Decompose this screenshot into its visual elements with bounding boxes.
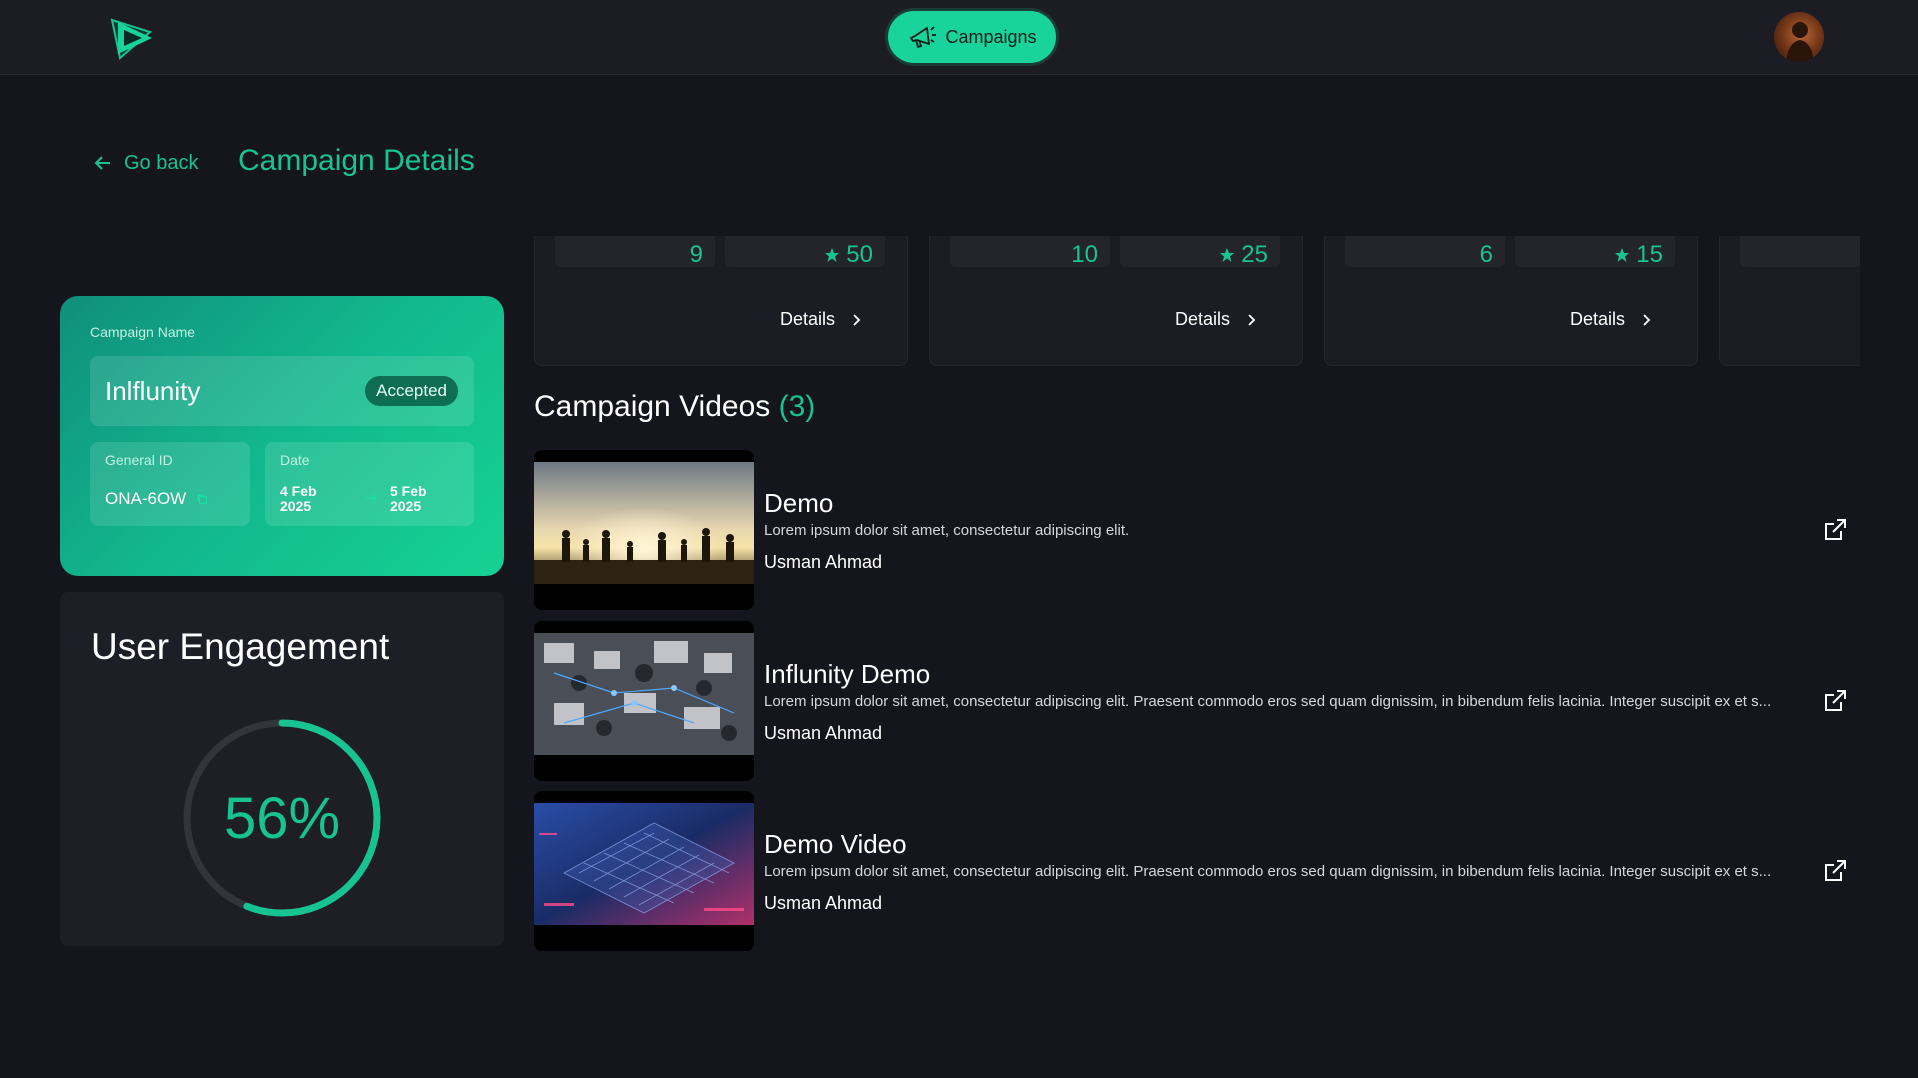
video-title: Influnity Demo — [764, 659, 931, 689]
external-link-icon[interactable] — [1821, 687, 1849, 715]
stat-card-partial — [1719, 236, 1860, 366]
video-description: Lorem ipsum dolor sit amet, consectetur … — [764, 863, 1772, 880]
general-id-value-row: ONA-6OW — [105, 489, 208, 509]
video-item[interactable]: Influnity Demo Lorem ipsum dolor sit ame… — [534, 621, 1860, 781]
engagement-percent: 56% — [223, 785, 341, 851]
video-description: Lorem ipsum dolor sit amet, consectetur … — [764, 522, 1130, 539]
star-icon — [1220, 248, 1235, 262]
megaphone-icon — [910, 26, 937, 49]
video-thumbnail[interactable] — [534, 621, 754, 781]
campaign-name-box: Inlflunity Accepted — [90, 356, 474, 426]
stat-box-left: 9 — [555, 236, 715, 268]
external-link-icon[interactable] — [1821, 857, 1849, 885]
stat-right-value-row: 25 — [1219, 241, 1268, 269]
campaigns-nav-button[interactable]: Campaigns — [888, 11, 1056, 63]
date-to-year: 2025 — [390, 498, 422, 514]
general-id-label: General ID — [105, 452, 173, 468]
stat-left-value: 10 — [1071, 241, 1098, 268]
stat-box-left: 6 — [1345, 236, 1505, 268]
video-thumbnail[interactable] — [534, 450, 754, 610]
video-author: Usman Ahmad — [764, 552, 883, 572]
stat-card: 6 15 Details — [1324, 236, 1698, 366]
play-logo-icon[interactable] — [106, 12, 158, 64]
video-author: Usman Ahmad — [764, 893, 883, 913]
stat-box-left: 10 — [950, 236, 1110, 268]
sunset-family-image — [534, 462, 754, 584]
status-badge: Accepted — [365, 376, 458, 406]
copy-icon[interactable] — [196, 493, 208, 505]
details-label: Details — [1175, 309, 1231, 329]
stats-cards-strip[interactable]: 9 50 Details 10 25 Details 6 15 Details — [534, 236, 1860, 366]
star-icon — [825, 248, 840, 262]
date-from-year: 2025 — [280, 498, 312, 514]
stat-card: 10 25 Details — [929, 236, 1303, 366]
date-to: 5 Feb 2025 — [390, 484, 450, 514]
person-silhouette-icon — [1786, 22, 1814, 62]
video-title: Demo Video — [764, 829, 907, 859]
chevron-right-icon — [1643, 313, 1651, 326]
stat-right-value-row: 15 — [1614, 241, 1663, 269]
stat-left-value: 9 — [689, 241, 703, 268]
stat-right-value: 25 — [1241, 241, 1268, 268]
video-thumbnail[interactable] — [534, 791, 754, 951]
campaign-name: Inlflunity — [105, 376, 201, 406]
chevron-right-icon — [1248, 313, 1256, 326]
engagement-title: User Engagement — [91, 626, 390, 667]
stat-card: 9 50 Details — [534, 236, 908, 366]
stat-box-right: 25 — [1120, 236, 1280, 269]
circuit-chip-image — [534, 803, 754, 925]
campaign-videos-title: Campaign Videos (3) — [534, 390, 815, 424]
general-id-box: General ID ONA-6OW — [90, 442, 250, 526]
external-link-icon[interactable] — [1821, 516, 1849, 544]
user-engagement-card: User Engagement 56% — [60, 592, 504, 946]
top-bar: Campaigns — [0, 0, 1918, 75]
date-to-day: 5 Feb — [390, 483, 427, 499]
date-from-day: 4 Feb — [280, 483, 317, 499]
general-id-value: ONA-6OW — [105, 489, 187, 508]
arrow-right-icon — [365, 493, 377, 503]
chevron-right-icon — [853, 313, 861, 326]
stat-box-left — [1740, 236, 1860, 267]
details-label: Details — [780, 309, 836, 329]
workspace-network-image — [534, 633, 754, 755]
stat-box-right: 50 — [725, 236, 885, 269]
stat-right-value: 15 — [1636, 241, 1663, 268]
video-description: Lorem ipsum dolor sit amet, consectetur … — [764, 693, 1772, 710]
video-author: Usman Ahmad — [764, 723, 883, 743]
go-back-label: Go back — [124, 151, 199, 174]
campaign-name-label: Campaign Name — [90, 324, 196, 340]
date-label: Date — [280, 452, 310, 468]
campaigns-nav-label: Campaigns — [945, 26, 1037, 47]
stat-right-value: 50 — [846, 241, 873, 268]
campaign-info-card: Campaign Name Inlflunity Accepted Genera… — [60, 296, 504, 576]
page-title: Campaign Details — [238, 144, 475, 177]
stat-right-value-row: 50 — [824, 241, 873, 269]
stat-box-right: 15 — [1515, 236, 1675, 269]
video-title: Demo — [764, 488, 834, 518]
videos-title-text: Campaign Videos — [534, 390, 771, 423]
details-link[interactable]: Details — [1570, 309, 1653, 330]
date-box: Date 4 Feb 2025 5 Feb 2025 — [265, 442, 474, 526]
arrow-left-icon — [94, 156, 110, 170]
stat-left-value: 6 — [1479, 241, 1493, 268]
videos-count: (3) — [778, 390, 816, 423]
details-link[interactable]: Details — [780, 309, 863, 330]
details-label: Details — [1570, 309, 1626, 329]
star-icon — [1615, 248, 1630, 262]
details-link[interactable]: Details — [1175, 309, 1258, 330]
go-back-link[interactable]: Go back — [92, 148, 198, 178]
user-avatar[interactable] — [1774, 12, 1824, 62]
video-item[interactable]: Demo Lorem ipsum dolor sit amet, consect… — [534, 450, 1860, 610]
date-from: 4 Feb 2025 — [280, 484, 340, 514]
video-item[interactable]: Demo Video Lorem ipsum dolor sit amet, c… — [534, 791, 1860, 951]
